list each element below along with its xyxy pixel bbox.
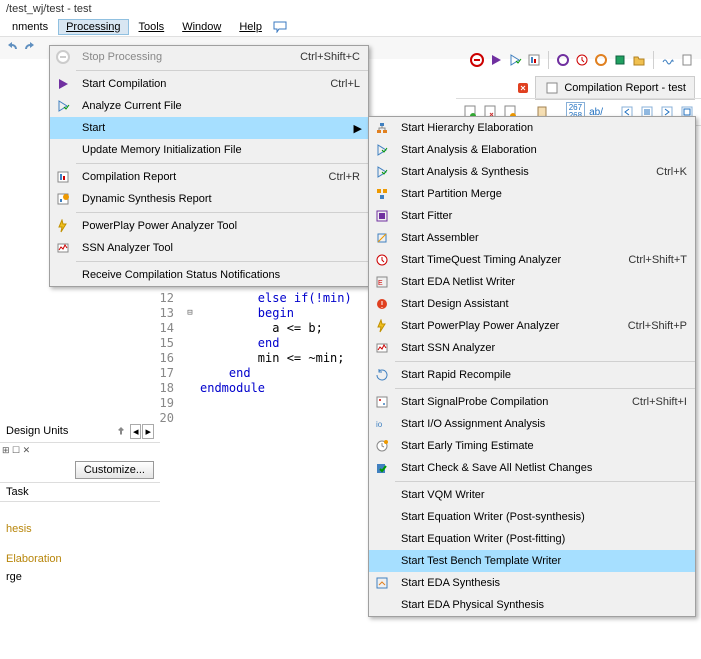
sm-analysis-elab[interactable]: Start Analysis & Elaboration (369, 139, 695, 161)
menu-window[interactable]: Window (174, 19, 229, 35)
nav-hesis[interactable]: hesis (0, 520, 160, 538)
gear-purple-icon[interactable] (555, 52, 571, 68)
sm-eq-writer-synth[interactable]: Start Equation Writer (Post-synthesis) (369, 506, 695, 528)
menu-help[interactable]: Help (231, 19, 270, 35)
sm-timequest[interactable]: Start TimeQuest Timing AnalyzerCtrl+Shif… (369, 249, 695, 271)
start-submenu: Start Hierarchy Elaboration Start Analys… (368, 116, 696, 617)
menu-receive-notifications[interactable]: Receive Compilation Status Notifications (50, 264, 368, 286)
sm-rapid-recompile[interactable]: Start Rapid Recompile (369, 364, 695, 386)
sm-hierarchy-elab[interactable]: Start Hierarchy Elaboration (369, 117, 695, 139)
tab-compilation-report[interactable]: Compilation Report - test (535, 76, 695, 100)
redo-icon[interactable] (22, 40, 38, 56)
menu-powerplay[interactable]: PowerPlay Power Analyzer Tool (50, 215, 368, 237)
menu-compilation-report[interactable]: Compilation Report Ctrl+R (50, 166, 368, 188)
sm-eda-synth[interactable]: Start EDA Synthesis (369, 572, 695, 594)
processing-menu: Stop Processing Ctrl+Shift+C Start Compi… (49, 45, 369, 287)
folder-icon[interactable] (631, 52, 647, 68)
sm-eq-writer-fit[interactable]: Start Equation Writer (Post-fitting) (369, 528, 695, 550)
nav-elaboration[interactable]: Elaboration (0, 550, 160, 568)
report-tab-icon (544, 80, 560, 96)
close-tab-icon[interactable] (515, 80, 531, 96)
undo-icon[interactable] (4, 40, 20, 56)
svg-text:E: E (378, 280, 383, 287)
sm-ssn-analyzer[interactable]: Start SSN Analyzer (369, 337, 695, 359)
clock-red-icon[interactable] (574, 52, 590, 68)
nav-rge[interactable]: rge (0, 568, 160, 586)
sm-early-timing[interactable]: Start Early Timing Estimate (369, 435, 695, 457)
menu-ssn-tool[interactable]: SSN Analyzer Tool (50, 237, 368, 259)
sm-powerplay-analyzer[interactable]: Start PowerPlay Power AnalyzerCtrl+Shift… (369, 315, 695, 337)
wave-icon[interactable] (660, 52, 676, 68)
menu-stop-processing: Stop Processing Ctrl+Shift+C (50, 46, 368, 68)
customize-button[interactable]: Customize... (75, 461, 154, 479)
design-units-tab[interactable]: Design Units ◂ ▸ (0, 420, 160, 443)
menu-analyze-file[interactable]: Analyze Current File (50, 95, 368, 117)
menu-update-memory[interactable]: Update Memory Initialization File (50, 139, 368, 161)
panel-icons: ⊞ ☐ ✕ (0, 443, 160, 458)
menu-processing[interactable]: Processing (58, 19, 128, 35)
doc-icon[interactable] (679, 52, 695, 68)
sm-fitter[interactable]: Start Fitter (369, 205, 695, 227)
window-title: /test_wj/test - test (0, 0, 701, 18)
sm-design-assistant[interactable]: Start Design Assistant (369, 293, 695, 315)
menu-assignments[interactable]: nments (4, 19, 56, 35)
pin-icon[interactable] (113, 423, 129, 439)
sm-vqm-writer[interactable]: Start VQM Writer (369, 484, 695, 506)
left-panel: Design Units ◂ ▸ ⊞ ☐ ✕ Customize... Task… (0, 420, 160, 586)
check-play-icon[interactable] (507, 52, 523, 68)
play-icon[interactable] (488, 52, 504, 68)
task-header: Task (0, 483, 160, 502)
sm-eda-netlist[interactable]: EStart EDA Netlist Writer (369, 271, 695, 293)
svg-text:io: io (376, 420, 383, 429)
gear-orange-icon[interactable] (593, 52, 609, 68)
sm-signalprobe[interactable]: Start SignalProbe CompilationCtrl+Shift+… (369, 391, 695, 413)
code-editor[interactable]: 12 else if(!min) 13⊟ begin 14 a <= b; 15… (140, 290, 352, 425)
chip-icon[interactable] (612, 52, 628, 68)
sm-analysis-synth[interactable]: Start Analysis & SynthesisCtrl+K (369, 161, 695, 183)
menu-start-compilation[interactable]: Start Compilation Ctrl+L (50, 73, 368, 95)
stop-icon[interactable] (469, 52, 485, 68)
speech-bubble-icon[interactable] (272, 19, 288, 35)
menu-start-submenu[interactable]: Start ▶ (50, 117, 368, 139)
sm-io-assignment[interactable]: ioStart I/O Assignment Analysis (369, 413, 695, 435)
sm-eda-phys-synth[interactable]: Start EDA Physical Synthesis (369, 594, 695, 616)
menu-tools[interactable]: Tools (131, 19, 173, 35)
report-icon[interactable] (526, 52, 542, 68)
sm-partition-merge[interactable]: Start Partition Merge (369, 183, 695, 205)
sm-assembler[interactable]: Start Assembler (369, 227, 695, 249)
menu-dyn-synth-report[interactable]: Dynamic Synthesis Report (50, 188, 368, 210)
menubar: nments Processing Tools Window Help (0, 18, 701, 36)
sm-check-save-netlist[interactable]: Start Check & Save All Netlist Changes (369, 457, 695, 479)
sm-testbench-writer[interactable]: Start Test Bench Template Writer (369, 550, 695, 572)
